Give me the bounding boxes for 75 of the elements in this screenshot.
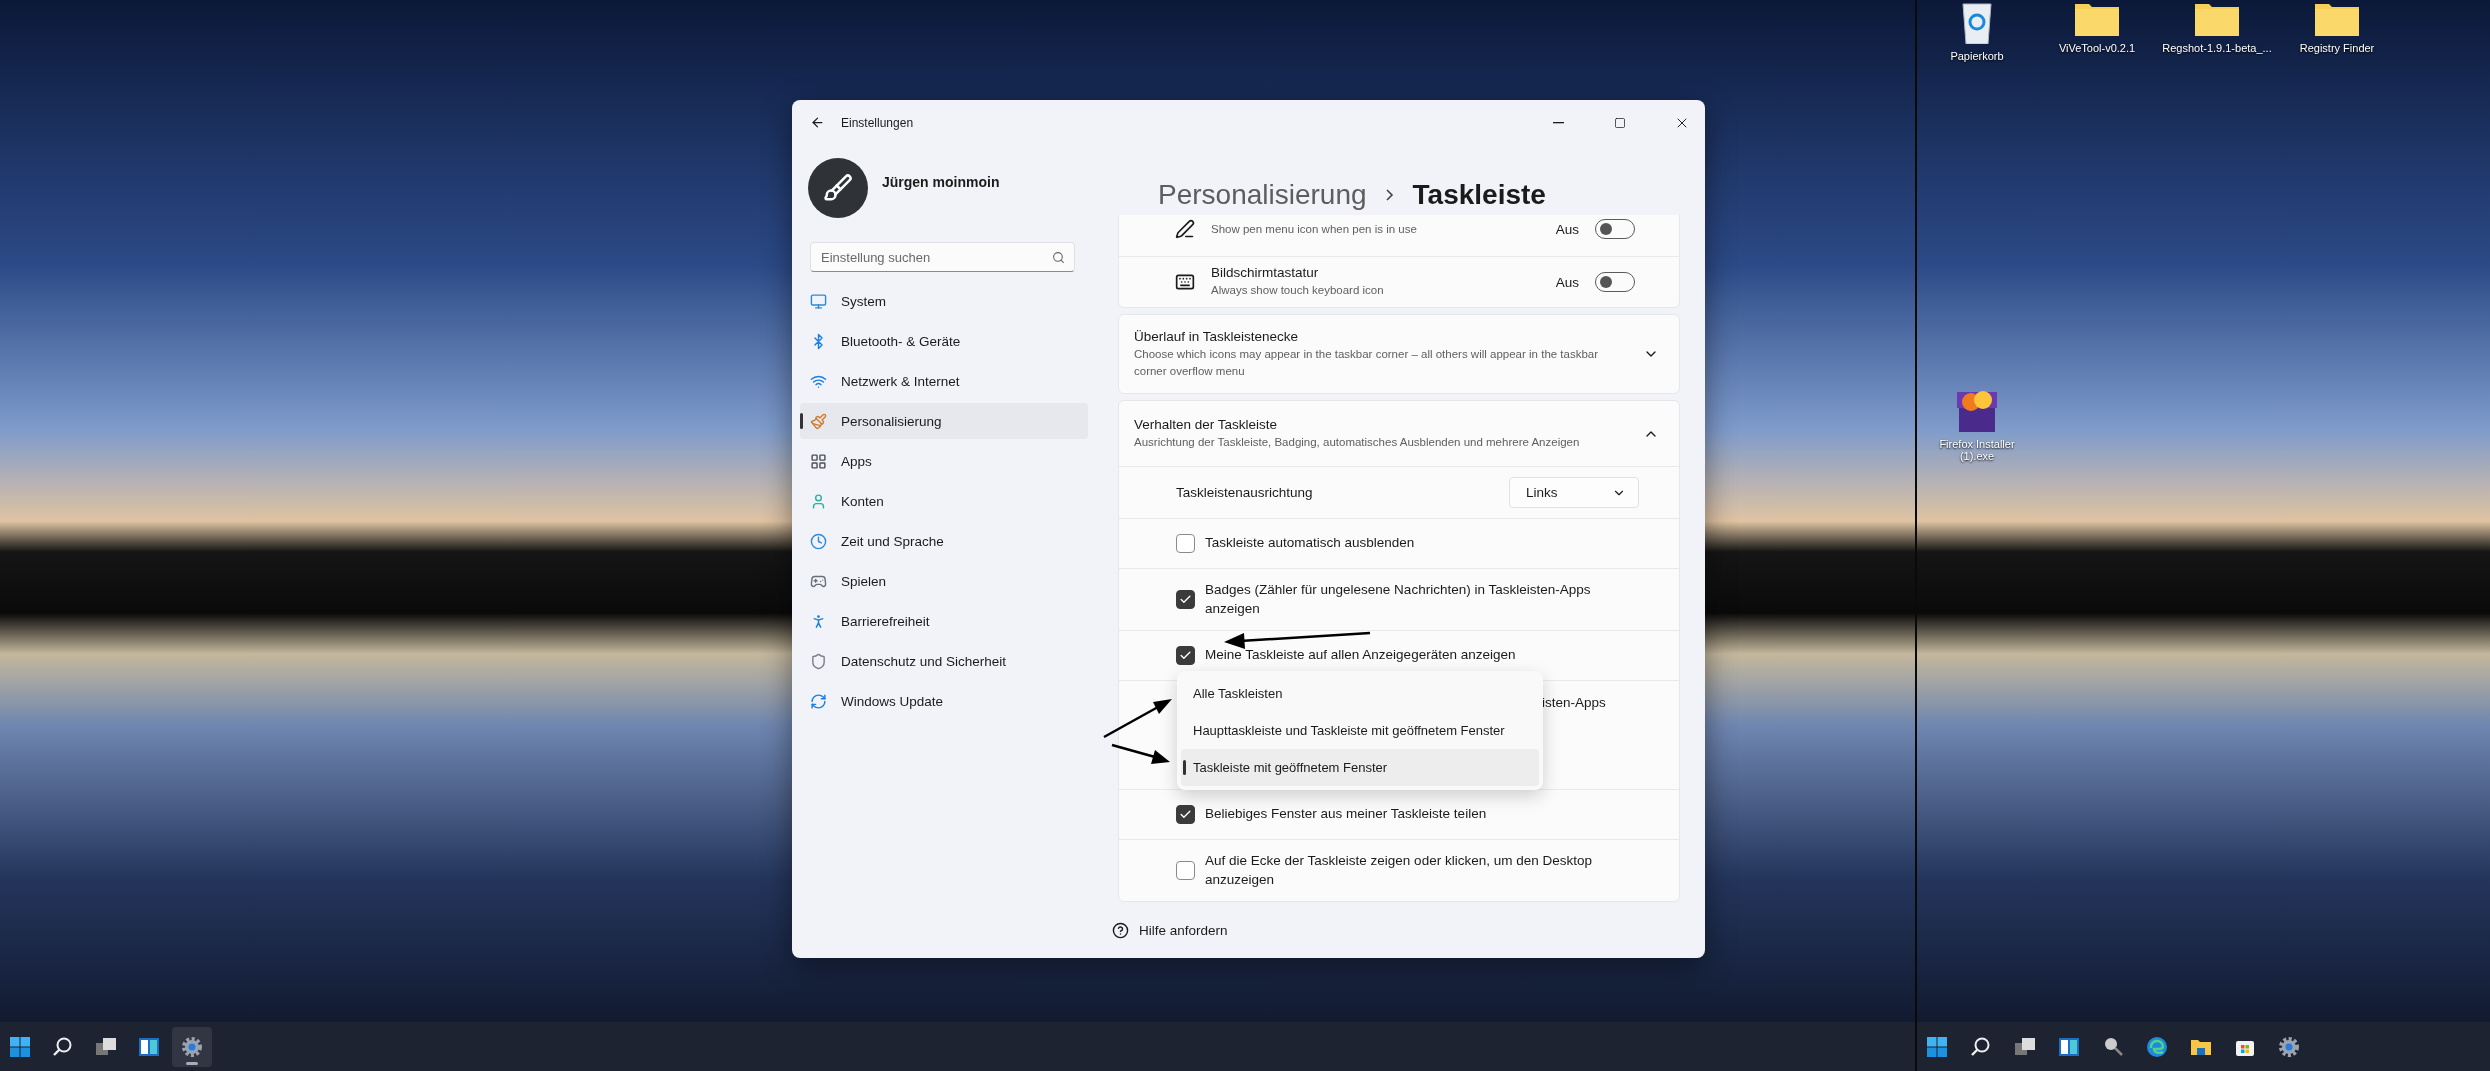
- section-title: Überlauf in Taskleistenecke: [1134, 328, 1300, 344]
- nav-item[interactable]: Barrierefreiheit: [800, 603, 1088, 639]
- nav-item[interactable]: System: [800, 283, 1088, 319]
- nav-item[interactable]: Zeit und Sprache: [800, 523, 1088, 559]
- nav-item[interactable]: Netzwerk & Internet: [800, 363, 1088, 399]
- recycle-bin-icon[interactable]: [1960, 0, 1994, 44]
- annotation-arrow: [1103, 699, 1172, 739]
- checkbox-label: Auf die Ecke der Taskleiste zeigen oder klicken, um den Desktop anzuzeigen: [1205, 852, 1593, 889]
- nav-item[interactable]: Apps: [800, 443, 1088, 479]
- section-description: Choose which icons may appear in the taskbar corner – all others will appear in the taskbar corner overflow menu: [1134, 346, 1600, 379]
- breadcrumb-link[interactable]: Personalisierung: [1158, 179, 1367, 211]
- setting-description: Always show touch keyboard icon: [1211, 283, 1385, 299]
- brush-icon: [823, 173, 853, 203]
- checkbox[interactable]: [1176, 646, 1195, 665]
- desktop-icon-label[interactable]: Regshot-1.9.1-beta_...: [2162, 42, 2272, 54]
- setting-label: Taskleistenausrichtung: [1176, 485, 1313, 500]
- checkbox-label: Taskleiste automatisch ausblenden: [1205, 534, 1415, 553]
- apps-icon: [810, 452, 827, 470]
- installer-icon[interactable]: [1955, 388, 1999, 432]
- nav-item[interactable]: Spielen: [800, 563, 1088, 599]
- checkbox[interactable]: [1176, 805, 1195, 824]
- gear-icon: [2277, 1034, 2301, 1059]
- maximize-icon: [1614, 116, 1626, 129]
- window-title: Einstellungen: [841, 115, 915, 130]
- check-icon: [1179, 808, 1192, 821]
- nav-item[interactable]: Konten: [800, 483, 1088, 519]
- help-link[interactable]: Hilfe anfordern: [1139, 922, 1228, 938]
- section-title: Verhalten der Taskleiste: [1134, 416, 1279, 432]
- setting-description: Show pen menu icon when pen is in use: [1211, 221, 1418, 237]
- monitor-icon: [810, 292, 827, 310]
- checkbox[interactable]: [1176, 590, 1195, 609]
- browser-icon: [2145, 1034, 2169, 1059]
- shield-icon: [810, 652, 827, 670]
- toggle-state-label: Aus: [1555, 274, 1579, 290]
- checkbox-label: Badges (Zähler für ungelesene Nachrichten) in Taskleisten-Apps anzeigen: [1205, 581, 1592, 618]
- chevron-right-icon: [1384, 188, 1395, 202]
- update-icon: [810, 692, 827, 710]
- checkbox-label: Meine Taskleiste auf allen Anzeigegeräten anzeigen: [1205, 646, 1516, 665]
- check-icon: [1179, 649, 1192, 662]
- desktop-icon-label[interactable]: Papierkorb: [1950, 50, 2004, 62]
- desktop-icon-label[interactable]: Registry Finder: [2299, 42, 2375, 54]
- menu-item[interactable]: Alle Taskleisten: [1181, 675, 1539, 712]
- toggle-state-label: Aus: [1555, 221, 1579, 237]
- nav-item[interactable]: Datenschutz und Sicherheit: [800, 643, 1088, 679]
- nav-item[interactable]: Windows Update: [800, 683, 1088, 719]
- check-icon: [1179, 593, 1192, 606]
- search-icon: [1052, 251, 1065, 264]
- paintbrush-icon: [810, 412, 827, 430]
- menu-item[interactable]: Taskleiste mit geöffnetem Fenster: [1181, 749, 1539, 786]
- section-description: Ausrichtung der Taskleiste, Badging, automatisches Ausblenden und mehrere Anzeigen: [1134, 434, 1581, 450]
- nav-item[interactable]: Bluetooth- & Geräte: [800, 323, 1088, 359]
- annotation-arrow: [1111, 743, 1170, 764]
- pen-icon: [1175, 219, 1195, 239]
- minimize-icon: [1552, 121, 1564, 124]
- nav-item[interactable]: Personalisierung: [800, 403, 1088, 439]
- taskbar-button[interactable]: [172, 1026, 212, 1067]
- user-name: Jürgen moinmoin: [882, 174, 1000, 190]
- windows-logo-icon: [1925, 1034, 1949, 1059]
- windows-logo-icon: [8, 1034, 32, 1059]
- clock-icon: [810, 532, 827, 550]
- back-icon[interactable]: [810, 115, 825, 130]
- help-icon: [1112, 921, 1129, 939]
- checkbox-label: Beliebiges Fenster aus meiner Taskleiste teilen: [1205, 805, 1487, 824]
- setting-label: isten-Apps: [1542, 695, 1606, 710]
- page-title: Taskleiste: [1412, 179, 1546, 211]
- desktop-icon-label[interactable]: ViVeTool-v0.2.1: [2058, 42, 2136, 54]
- user-icon: [810, 492, 827, 510]
- menu-item[interactable]: Haupttaskleiste und Taskleiste mit geöffnetem Fenster: [1181, 712, 1539, 749]
- checkbox[interactable]: [1176, 534, 1195, 553]
- search-field[interactable]: Einstellung suchen: [810, 242, 1075, 272]
- keyboard-icon: [1175, 272, 1195, 292]
- gear-icon: [180, 1034, 204, 1059]
- alignment-dropdown[interactable]: Links: [1509, 477, 1639, 508]
- setting-title: Bildschirmtastatur: [1211, 265, 1320, 281]
- checkbox[interactable]: [1176, 861, 1195, 880]
